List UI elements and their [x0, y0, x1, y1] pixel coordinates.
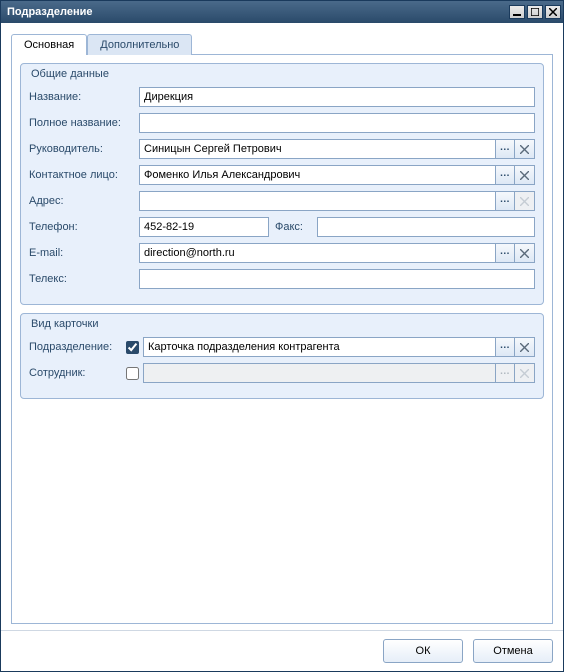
ellipsis-icon: ... — [500, 246, 510, 257]
input-phone[interactable] — [139, 217, 269, 237]
dialog-footer: ОК Отмена — [1, 630, 563, 671]
input-email[interactable] — [139, 243, 495, 263]
label-telex: Телекс: — [29, 273, 139, 285]
input-fullname[interactable] — [139, 113, 535, 133]
contact-clear-button[interactable] — [515, 165, 535, 185]
input-manager[interactable] — [139, 139, 495, 159]
group-general-legend: Общие данные — [31, 68, 109, 80]
input-contact[interactable] — [139, 165, 495, 185]
minimize-icon[interactable] — [509, 5, 525, 19]
email-browse-button[interactable]: ... — [495, 243, 515, 263]
clear-icon — [520, 249, 529, 258]
label-contact: Контактное лицо: — [29, 169, 139, 181]
label-email: E-mail: — [29, 247, 139, 259]
ellipsis-icon: ... — [500, 142, 510, 153]
input-name[interactable] — [139, 87, 535, 107]
tab-main[interactable]: Основная — [11, 34, 87, 55]
label-employee: Сотрудник: — [29, 367, 121, 379]
label-address: Адрес: — [29, 195, 139, 207]
input-department-card[interactable] — [143, 337, 495, 357]
manager-browse-button[interactable]: ... — [495, 139, 515, 159]
input-fax[interactable] — [317, 217, 535, 237]
label-phone: Телефон: — [29, 221, 139, 233]
checkbox-employee[interactable] — [126, 367, 139, 380]
ellipsis-icon: ... — [500, 168, 510, 179]
window-title: Подразделение — [7, 6, 507, 18]
employee-card-clear-button — [515, 363, 535, 383]
group-card-legend: Вид карточки — [31, 318, 98, 330]
ok-button[interactable]: ОК — [383, 639, 463, 663]
input-address[interactable] — [139, 191, 495, 211]
tab-main-label: Основная — [24, 39, 74, 51]
label-department: Подразделение: — [29, 341, 121, 353]
contact-browse-button[interactable]: ... — [495, 165, 515, 185]
manager-clear-button[interactable] — [515, 139, 535, 159]
ok-button-label: ОК — [416, 645, 431, 657]
employee-card-browse-button: ... — [495, 363, 515, 383]
close-icon[interactable] — [545, 5, 561, 19]
cancel-button[interactable]: Отмена — [473, 639, 553, 663]
label-name: Название: — [29, 91, 139, 103]
label-fax: Факс: — [269, 221, 317, 233]
clear-icon — [520, 171, 529, 180]
label-fullname: Полное название: — [29, 117, 139, 129]
label-manager: Руководитель: — [29, 143, 139, 155]
address-clear-button — [515, 191, 535, 211]
input-telex[interactable] — [139, 269, 535, 289]
tabstrip: Основная Дополнительно — [11, 33, 553, 54]
clear-icon — [520, 343, 529, 352]
input-employee-card — [143, 363, 495, 383]
client-area: Основная Дополнительно Общие данные Назв… — [1, 23, 563, 630]
ellipsis-icon: ... — [500, 340, 510, 351]
cancel-button-label: Отмена — [493, 645, 532, 657]
tab-extra-label: Дополнительно — [100, 39, 179, 51]
group-card: Вид карточки Подразделение: ... — [20, 313, 544, 399]
group-general: Общие данные Название: Полное название: … — [20, 63, 544, 305]
department-card-clear-button[interactable] — [515, 337, 535, 357]
clear-icon — [520, 145, 529, 154]
ellipsis-icon: ... — [500, 194, 510, 205]
department-dialog: Подразделение Основная Дополнительно Общ… — [0, 0, 564, 672]
email-clear-button[interactable] — [515, 243, 535, 263]
address-browse-button[interactable]: ... — [495, 191, 515, 211]
tabpanel-main: Общие данные Название: Полное название: … — [11, 54, 553, 624]
titlebar: Подразделение — [1, 1, 563, 23]
checkbox-department[interactable] — [126, 341, 139, 354]
department-card-browse-button[interactable]: ... — [495, 337, 515, 357]
ellipsis-icon: ... — [500, 366, 510, 377]
maximize-icon[interactable] — [527, 5, 543, 19]
clear-icon — [520, 369, 529, 378]
clear-icon — [520, 197, 529, 206]
tab-extra[interactable]: Дополнительно — [87, 34, 192, 55]
